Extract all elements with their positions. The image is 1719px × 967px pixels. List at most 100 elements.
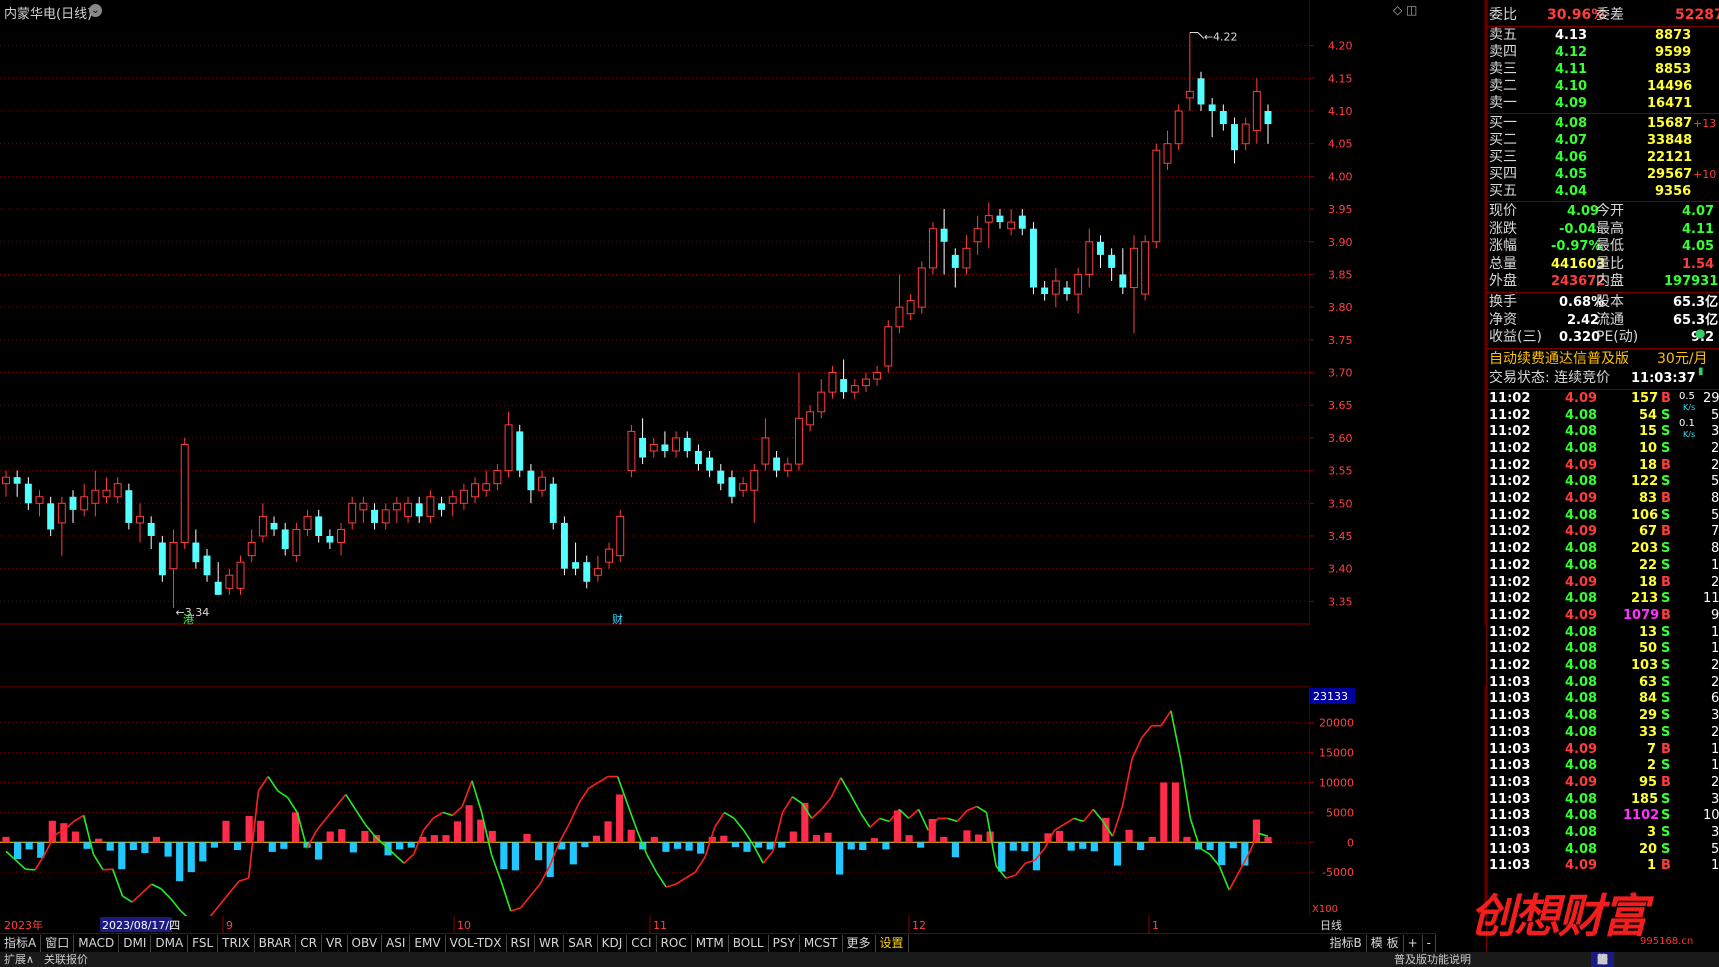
tab-cci[interactable]: CCI (627, 935, 657, 952)
tab-roc[interactable]: ROC (657, 935, 692, 952)
flow-bar (361, 830, 369, 843)
ask-price[interactable]: 4.09 (1555, 95, 1587, 112)
tick-row: 11:02 4.08 22 S 1 (1487, 558, 1719, 574)
tab-更多[interactable]: 更多 (843, 935, 876, 952)
tick-count: 3 (1711, 791, 1719, 807)
bottom-tab[interactable]: 筹 (1591, 952, 1614, 967)
tab-right-模 板[interactable]: 模 板 (1367, 935, 1404, 952)
tick-count: 2 (1711, 574, 1719, 590)
candle-body (1141, 241, 1150, 295)
stat-label: 涨跌 (1489, 220, 1517, 237)
candle-body (203, 555, 211, 576)
tab-vr[interactable]: VR (322, 935, 348, 952)
flow-bar (511, 842, 520, 871)
tick-count: 1 (1711, 557, 1719, 573)
tick-price: 4.08 (1565, 791, 1598, 807)
expand-button[interactable]: 扩展∧ (4, 952, 34, 967)
stock-title[interactable]: 内蒙华电(日线) (4, 3, 92, 22)
tick-count: 1 (1711, 641, 1719, 657)
tab-wr[interactable]: WR (535, 935, 565, 952)
candle-body (549, 483, 557, 523)
tab-brar[interactable]: BRAR (255, 935, 297, 952)
tab-cr[interactable]: CR (296, 935, 322, 952)
tick-price: 4.09 (1565, 491, 1598, 506)
tick-row: 11:02 4.08 10 S 2 (1487, 441, 1719, 457)
tab-kdj[interactable]: KDJ (598, 935, 628, 952)
flow-bar (1056, 830, 1064, 843)
bid-price[interactable]: 4.04 (1555, 183, 1587, 200)
tick-time: 11:03 (1489, 841, 1531, 857)
candle-body (728, 477, 736, 497)
ask-price[interactable]: 4.13 (1555, 27, 1587, 44)
stat-label: 净资 (1489, 311, 1517, 328)
tick-price: 4.08 (1565, 541, 1598, 557)
tab-macd[interactable]: MACD (74, 935, 120, 952)
tab-psy[interactable]: PSY (769, 935, 800, 952)
ask-level-label: 卖五 (1489, 27, 1517, 43)
tab-fsl[interactable]: FSL (188, 935, 219, 952)
tab-emv[interactable]: EMV (410, 935, 446, 952)
tab-dma[interactable]: DMA (151, 935, 189, 952)
tick-price: 4.08 (1565, 808, 1598, 824)
ask-volume: 8853 (1655, 62, 1692, 77)
candle-body (605, 548, 614, 563)
tick-time: 11:03 (1489, 858, 1531, 874)
bid-price[interactable]: 4.06 (1555, 149, 1587, 166)
candle-body (672, 437, 681, 452)
marker-cai: 财 (612, 612, 623, 625)
tick-row: 11:02 4.08 213 S 11 (1487, 591, 1719, 607)
window-controls[interactable]: ◇ ◫ (1393, 3, 1417, 17)
flow-bar (326, 831, 334, 843)
tick-volume: 3 (1647, 825, 1657, 840)
bid-price[interactable]: 4.08 (1555, 115, 1587, 132)
tick-side: B (1661, 457, 1671, 473)
tab-vol-tdx[interactable]: VOL-TDX (446, 935, 507, 952)
stat-label: 现价 (1489, 203, 1517, 219)
tab-指标a[interactable]: 指标A (0, 935, 42, 952)
tick-row: 11:03 4.08 33 S 2 (1487, 725, 1719, 741)
price-tick-label: 3.95 (1328, 203, 1353, 216)
bid-price[interactable]: 4.05 (1555, 166, 1587, 183)
tick-price: 4.08 (1565, 841, 1598, 857)
related-quote-button[interactable]: 关联报价 (44, 952, 88, 967)
stat-value: -0.04 (1559, 221, 1597, 237)
ask-price[interactable]: 4.10 (1555, 78, 1587, 95)
candle-body (404, 502, 413, 517)
tab-mtm[interactable]: MTM (692, 935, 729, 952)
tick-count: 2 (1711, 774, 1719, 790)
candle-body (649, 443, 658, 452)
tab-boll[interactable]: BOLL (729, 935, 769, 952)
tab-right-+[interactable]: + (1404, 935, 1423, 952)
tab-窗口[interactable]: 窗口 (41, 935, 75, 952)
tab-trix[interactable]: TRIX (218, 935, 255, 952)
tab-sar[interactable]: SAR (564, 935, 598, 952)
tick-side: S (1661, 474, 1671, 490)
candle-body (326, 536, 334, 543)
candle (1141, 235, 1150, 301)
flow-bar (720, 835, 728, 843)
tab-obv[interactable]: OBV (348, 935, 383, 952)
tab-mcst[interactable]: MCST (800, 935, 843, 952)
ask-volume: 14496 (1647, 79, 1693, 94)
ask-price[interactable]: 4.12 (1555, 44, 1587, 61)
price-tick-label: 3.80 (1328, 301, 1353, 314)
help-link[interactable]: 普及版功能说明 (1394, 952, 1471, 967)
tab-right--[interactable]: - (1423, 935, 1436, 952)
tab-dmi[interactable]: DMI (119, 935, 152, 952)
tick-row: 11:02 4.09 67 B 7 (1487, 524, 1719, 540)
price-tick-label: 4.15 (1328, 72, 1353, 85)
tab-asi[interactable]: ASI (382, 935, 411, 952)
promo-text[interactable]: 自动续费通达信普及版 (1489, 350, 1629, 369)
flow-bar (951, 842, 959, 858)
ask-price[interactable]: 4.11 (1555, 61, 1587, 78)
tab-rsi[interactable]: RSI (507, 935, 536, 952)
candlestick-chart[interactable]: ←4.22←3.34港财 (0, 0, 1356, 625)
tab-right-指标B[interactable]: 指标B (1326, 935, 1367, 952)
tick-count: 11 (1703, 591, 1719, 607)
candle-body (761, 437, 770, 465)
indicator-chart[interactable] (0, 686, 1356, 916)
chevron-down-icon[interactable]: ⌄ (89, 4, 102, 17)
bid-price[interactable]: 4.07 (1555, 132, 1587, 149)
tab-设置[interactable]: 设置 (876, 935, 909, 952)
flow-bar (1113, 842, 1122, 866)
